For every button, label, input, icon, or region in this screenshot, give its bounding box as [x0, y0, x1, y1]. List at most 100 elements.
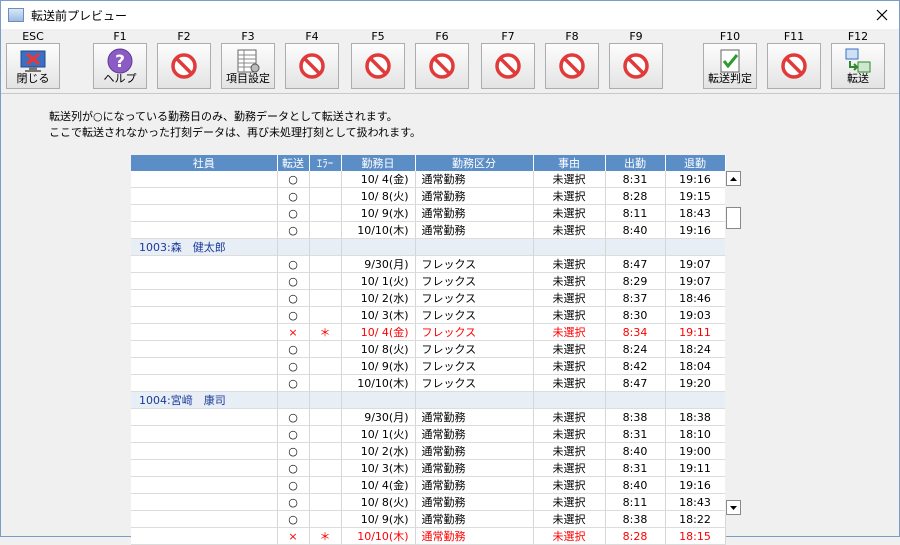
col-header-workdate[interactable]: 勤務日 — [341, 155, 416, 171]
fkey-f8: F8 — [543, 29, 601, 93]
table-row[interactable]: ○ 10/ 8(火) 通常勤務 未選択 8:28 19:15 — [131, 187, 726, 205]
cell-reason: 未選択 — [533, 272, 606, 290]
cell-error — [309, 357, 342, 375]
table-row[interactable]: ○ 10/ 4(金) 通常勤務 未選択 8:40 19:16 — [131, 476, 726, 494]
fkey-label-f1: F1 — [113, 30, 127, 43]
cell-workdate: 10/ 9(水) — [341, 357, 416, 375]
cell-employee — [131, 204, 278, 222]
col-header-employee[interactable]: 社員 — [131, 155, 278, 171]
cell-clockout: 18:15 — [665, 527, 726, 545]
table-row[interactable]: ○ 10/ 2(水) フレックス 未選択 8:37 18:46 — [131, 289, 726, 307]
table-row[interactable]: ○ 10/ 9(水) フレックス 未選択 8:42 18:04 — [131, 357, 726, 375]
fkey-label-f6: F6 — [435, 30, 449, 43]
cell-workdate: 10/ 1(火) — [341, 272, 416, 290]
cell-reason: 未選択 — [533, 493, 606, 511]
title-bar: 転送前プレビュー — [1, 1, 899, 29]
cell-employee — [131, 221, 278, 239]
cell-workdate: 10/10(木) — [341, 374, 416, 392]
fkey-button-f3[interactable]: 項目設定 — [221, 43, 275, 89]
table-row[interactable]: ○ 10/ 3(木) フレックス 未選択 8:30 19:03 — [131, 306, 726, 324]
cell-error — [309, 442, 342, 460]
fkey-button-f6[interactable] — [415, 43, 469, 89]
grid-vertical-scrollbar[interactable] — [725, 171, 742, 515]
fkey-button-f4[interactable] — [285, 43, 339, 89]
cell-employee — [131, 187, 278, 205]
table-row[interactable]: ○ 10/ 2(水) 通常勤務 未選択 8:40 19:00 — [131, 442, 726, 460]
table-row[interactable]: ○ 10/ 9(水) 通常勤務 未選択 8:11 18:43 — [131, 204, 726, 222]
table-row[interactable]: ○ 10/ 1(火) フレックス 未選択 8:29 19:07 — [131, 272, 726, 290]
cell-error — [309, 425, 342, 443]
cell-clockin: 8:24 — [605, 340, 666, 358]
cell-clockin: 8:31 — [605, 425, 666, 443]
table-row[interactable]: ○ 10/ 9(水) 通常勤務 未選択 8:38 18:22 — [131, 510, 726, 528]
cell-workkind: 通常勤務 — [415, 221, 534, 239]
cell-clockout: 18:43 — [665, 493, 726, 511]
fkey-button-esc[interactable]: 閉じる — [6, 43, 60, 89]
cell-workkind: 通常勤務 — [415, 459, 534, 477]
fkey-f7: F7 — [479, 29, 537, 93]
cell-clockout: 19:07 — [665, 255, 726, 273]
table-row[interactable]: ○ 9/30(月) フレックス 未選択 8:47 19:07 — [131, 255, 726, 273]
employee-group-row[interactable]: 1004:宮﨑 康司 — [131, 391, 726, 409]
cell-workkind: フレックス — [415, 306, 534, 324]
fkey-button-f11[interactable] — [767, 43, 821, 89]
col-header-transfer[interactable]: 転送 — [277, 155, 310, 171]
fkey-button-f9[interactable] — [609, 43, 663, 89]
preview-grid[interactable]: 社員 転送 ｴﾗｰ 勤務日 勤務区分 事由 出勤 退勤 ○ 10/ 4(金) 通常勤… — [131, 155, 726, 545]
preview-window: 転送前プレビュー ESC 閉じる F1? ヘルプ F2 F3 項目設定 F4 F5 F6 F7 F8 F… — [0, 0, 900, 545]
table-row[interactable]: ○ 10/ 4(金) 通常勤務 未選択 8:31 19:16 — [131, 171, 726, 188]
cell-clockout: 19:16 — [665, 221, 726, 239]
col-header-clockin[interactable]: 出勤 — [605, 155, 666, 171]
cell-workkind: フレックス — [415, 323, 534, 341]
fkey-button-f12[interactable]: 転送 — [831, 43, 885, 89]
cell-transfer: ○ — [277, 171, 310, 188]
cell-workdate: 10/ 1(火) — [341, 425, 416, 443]
cell-employee — [131, 476, 278, 494]
fkey-button-label-f12: 転送 — [847, 72, 869, 85]
table-row[interactable]: ○ 9/30(月) 通常勤務 未選択 8:38 18:38 — [131, 408, 726, 426]
table-row[interactable]: ○ 10/ 3(木) 通常勤務 未選択 8:31 19:11 — [131, 459, 726, 477]
cell-employee — [131, 357, 278, 375]
cell-transfer: × — [277, 323, 310, 341]
info-message-line-2: ここで転送されなかった打刻データは、再び未処理打刻として扱われます。 — [49, 126, 422, 139]
fkey-button-f2[interactable] — [157, 43, 211, 89]
scroll-down-button[interactable] — [726, 500, 741, 515]
cell-workkind: 通常勤務 — [415, 187, 534, 205]
table-row[interactable]: ○ 10/10(木) 通常勤務 未選択 8:40 19:16 — [131, 221, 726, 239]
scroll-up-button[interactable] — [726, 171, 741, 186]
scroll-thumb[interactable] — [726, 207, 741, 229]
cell-workdate: 10/10(木) — [341, 527, 416, 545]
employee-group-row[interactable]: 1003:森 健太郎 — [131, 238, 726, 256]
cell-workdate: 10/ 9(水) — [341, 204, 416, 222]
fkey-button-f8[interactable] — [545, 43, 599, 89]
col-header-error[interactable]: ｴﾗｰ — [309, 155, 342, 171]
window-close-button[interactable] — [865, 1, 899, 29]
cell-transfer: ○ — [277, 476, 310, 494]
fkey-f4: F4 — [283, 29, 341, 93]
fkey-button-f1[interactable]: ? ヘルプ — [93, 43, 147, 89]
table-row[interactable]: ○ 10/ 1(火) 通常勤務 未選択 8:31 18:10 — [131, 425, 726, 443]
col-header-clockout[interactable]: 退勤 — [665, 155, 726, 171]
error-row[interactable]: × ＊ 10/ 4(金) フレックス 未選択 8:34 19:11 — [131, 323, 726, 341]
close-icon — [876, 9, 888, 21]
table-row[interactable]: ○ 10/10(木) フレックス 未選択 8:47 19:20 — [131, 374, 726, 392]
cell-workdate: 10/ 8(火) — [341, 340, 416, 358]
fkey-button-f5[interactable] — [351, 43, 405, 89]
cell-clockout: 19:03 — [665, 306, 726, 324]
group-empty-cell — [605, 238, 666, 256]
employee-name: 1004:宮﨑 康司 — [131, 391, 278, 409]
cell-error — [309, 221, 342, 239]
cell-clockout: 19:07 — [665, 272, 726, 290]
col-header-reason[interactable]: 事由 — [533, 155, 606, 171]
table-row[interactable]: ○ 10/ 8(火) 通常勤務 未選択 8:11 18:43 — [131, 493, 726, 511]
col-header-workkind[interactable]: 勤務区分 — [415, 155, 534, 171]
window-title: 転送前プレビュー — [31, 8, 128, 23]
table-row[interactable]: ○ 10/ 8(火) フレックス 未選択 8:24 18:24 — [131, 340, 726, 358]
fkey-button-f10[interactable]: 転送判定 — [703, 43, 757, 89]
error-row[interactable]: × ＊ 10/10(木) 通常勤務 未選択 8:28 18:15 — [131, 527, 726, 545]
cell-clockin: 8:30 — [605, 306, 666, 324]
cell-clockin: 8:38 — [605, 510, 666, 528]
fkey-label-f3: F3 — [241, 30, 255, 43]
fkey-button-f7[interactable] — [481, 43, 535, 89]
cell-clockin: 8:31 — [605, 171, 666, 188]
